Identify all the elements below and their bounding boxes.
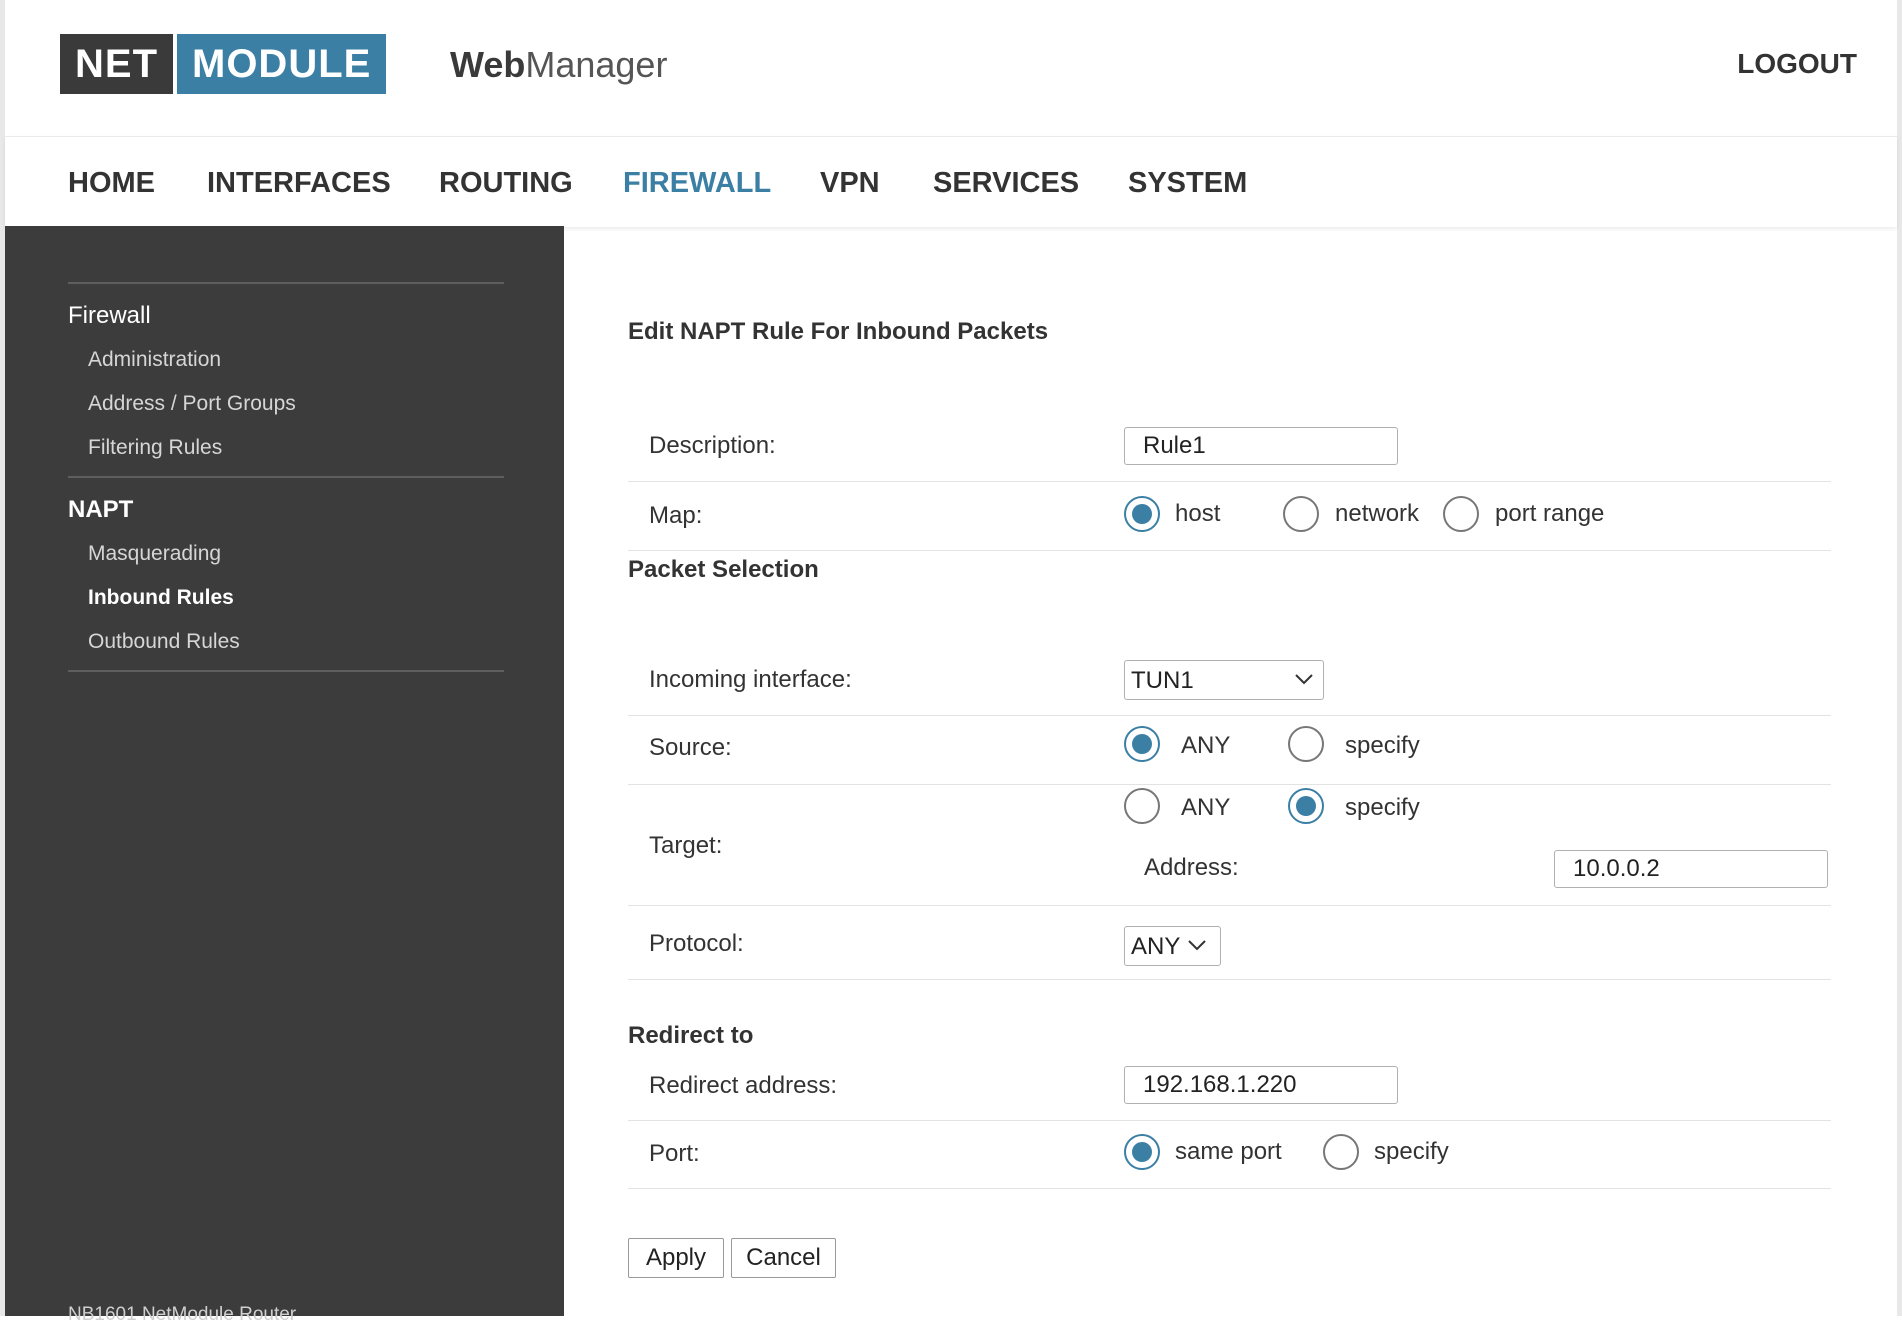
sidebar-item-administration[interactable]: Administration — [88, 348, 221, 372]
cancel-button[interactable]: Cancel — [731, 1238, 836, 1278]
target-any-label: ANY — [1181, 794, 1231, 821]
chevron-down-icon — [1188, 940, 1206, 951]
map-network-radio[interactable] — [1283, 496, 1319, 532]
apply-button[interactable]: Apply — [628, 1238, 724, 1278]
row-divider — [628, 481, 1831, 482]
port-specify-radio[interactable] — [1323, 1134, 1359, 1170]
target-specify-radio[interactable] — [1288, 788, 1324, 824]
main-nav: HOME INTERFACES ROUTING FIREWALL VPN SER… — [5, 136, 1897, 227]
sidebar-divider — [68, 476, 504, 478]
incoming-interface-value: TUN1 — [1131, 667, 1194, 694]
window-border-right — [1897, 0, 1902, 1316]
target-specify-label: specify — [1345, 794, 1420, 821]
source-label: Source: — [649, 734, 732, 761]
port-label: Port: — [649, 1140, 700, 1167]
sidebar-item-filtering-rules[interactable]: Filtering Rules — [88, 436, 222, 460]
header: NET MODULE WebManager LOGOUT — [5, 0, 1897, 136]
device-footer: NB1601 NetModule Router — [68, 1304, 297, 1325]
main-content: Edit NAPT Rule For Inbound Packets Descr… — [564, 226, 1897, 1316]
chevron-down-icon — [1295, 674, 1313, 685]
sidebar-divider — [68, 282, 504, 284]
logo-module-text: MODULE — [177, 34, 387, 94]
source-any-label: ANY — [1181, 732, 1231, 759]
row-divider — [628, 979, 1831, 980]
target-label: Target: — [649, 832, 723, 859]
netmodule-logo[interactable]: NET MODULE — [60, 34, 387, 94]
row-divider — [628, 550, 1831, 551]
row-divider — [628, 1120, 1831, 1121]
source-specify-radio[interactable] — [1288, 726, 1324, 762]
nav-interfaces[interactable]: INTERFACES — [207, 167, 391, 200]
target-address-input[interactable] — [1554, 850, 1828, 888]
logo-net-text: NET — [60, 34, 173, 94]
source-specify-label: specify — [1345, 732, 1420, 759]
port-specify-label: specify — [1374, 1138, 1449, 1165]
product-name: WebManager — [450, 44, 668, 85]
redirect-heading: Redirect to — [628, 1022, 754, 1049]
description-input[interactable] — [1124, 427, 1398, 465]
nav-services[interactable]: SERVICES — [933, 167, 1079, 200]
redirect-address-label: Redirect address: — [649, 1072, 838, 1099]
nav-system[interactable]: SYSTEM — [1128, 167, 1247, 200]
incoming-interface-label: Incoming interface: — [649, 666, 852, 693]
source-any-radio[interactable] — [1124, 726, 1160, 762]
sidebar-divider — [68, 670, 504, 672]
sidebar: Firewall Administration Address / Port G… — [5, 226, 564, 1325]
sidebar-item-inbound-rules[interactable]: Inbound Rules — [88, 586, 234, 610]
row-divider — [628, 784, 1831, 785]
sidebar-item-address-port-groups[interactable]: Address / Port Groups — [88, 392, 296, 416]
nav-routing[interactable]: ROUTING — [439, 167, 573, 200]
port-same-label: same port — [1175, 1138, 1282, 1165]
nav-home[interactable]: HOME — [68, 167, 155, 200]
map-port-range-radio[interactable] — [1443, 496, 1479, 532]
map-host-label: host — [1175, 500, 1221, 527]
row-divider — [628, 1188, 1831, 1189]
protocol-value: ANY — [1131, 933, 1181, 960]
row-divider — [628, 905, 1831, 906]
target-any-radio[interactable] — [1124, 788, 1160, 824]
nav-firewall[interactable]: FIREWALL — [623, 167, 771, 200]
protocol-label: Protocol: — [649, 930, 744, 957]
redirect-address-input[interactable] — [1124, 1066, 1398, 1104]
protocol-select[interactable]: ANY — [1124, 926, 1221, 966]
page-title: Edit NAPT Rule For Inbound Packets — [628, 318, 1049, 345]
logout-link[interactable]: LOGOUT — [1737, 48, 1857, 80]
sidebar-group-napt[interactable]: NAPT — [68, 496, 133, 524]
sidebar-group-firewall[interactable]: Firewall — [68, 302, 151, 330]
map-host-radio[interactable] — [1124, 496, 1160, 532]
map-port-range-label: port range — [1495, 500, 1605, 527]
sidebar-item-masquerading[interactable]: Masquerading — [88, 542, 221, 566]
map-network-label: network — [1335, 500, 1420, 527]
row-divider — [628, 715, 1831, 716]
target-address-label: Address: — [1144, 854, 1239, 881]
sidebar-item-outbound-rules[interactable]: Outbound Rules — [88, 630, 240, 654]
nav-vpn[interactable]: VPN — [820, 167, 880, 200]
map-label: Map: — [649, 502, 703, 529]
incoming-interface-select[interactable]: TUN1 — [1124, 660, 1324, 700]
description-label: Description: — [649, 432, 776, 459]
port-same-radio[interactable] — [1124, 1134, 1160, 1170]
packet-selection-heading: Packet Selection — [628, 556, 819, 583]
